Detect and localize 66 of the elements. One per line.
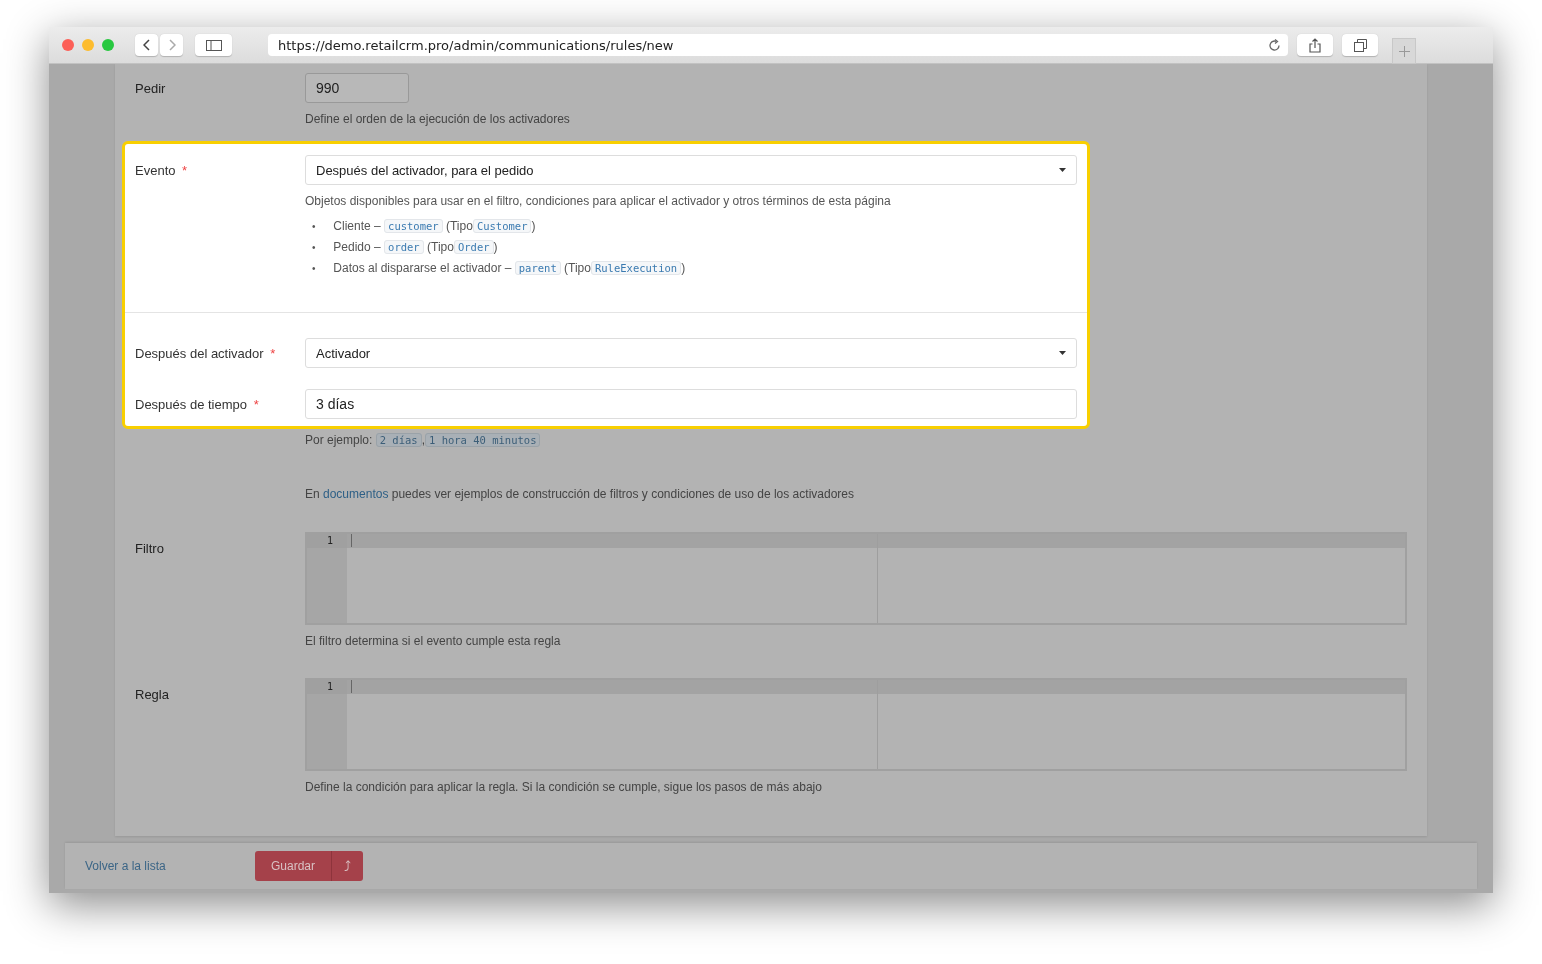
reload-icon[interactable] bbox=[1268, 38, 1281, 52]
sidebar-icon bbox=[205, 39, 222, 51]
required-asterisk: * bbox=[253, 397, 259, 412]
text-field[interactable]: 990 bbox=[305, 73, 409, 103]
example-label: Por ejemplo: bbox=[305, 433, 373, 447]
field-label: Después del activador bbox=[135, 346, 264, 361]
line-number: 1 bbox=[307, 534, 347, 548]
close-icon[interactable] bbox=[62, 39, 74, 51]
address-bar[interactable]: https://demo.retailcrm.pro/admin/communications/rules/new bbox=[268, 34, 1288, 56]
save-menu-button[interactable]: ⤴ bbox=[331, 851, 364, 881]
variable-code: order bbox=[384, 240, 424, 254]
help-text: Define la condición para aplicar la regla. Si la condición se cumple, sigue los pasos de más abajo bbox=[305, 780, 823, 794]
bullet: • bbox=[312, 220, 317, 234]
forward-icon bbox=[167, 39, 176, 51]
type-code: Customer bbox=[472, 219, 532, 233]
comma: , bbox=[421, 433, 425, 447]
select-field[interactable]: Activador bbox=[305, 338, 1077, 368]
bullet: • bbox=[312, 262, 317, 276]
caret-icon bbox=[1059, 351, 1066, 355]
code-editor[interactable]: 1 bbox=[305, 532, 1407, 625]
select-field[interactable]: Después del activador, para el pedido bbox=[305, 155, 1077, 185]
share-button[interactable] bbox=[1297, 34, 1333, 56]
field-label: Evento bbox=[135, 163, 176, 178]
bullet: • bbox=[312, 241, 317, 255]
field-label: Regla bbox=[135, 687, 169, 702]
url-text: https://demo.retailcrm.pro/admin/communications/rules/new bbox=[278, 37, 674, 53]
required-asterisk: * bbox=[270, 346, 276, 361]
closing-paren: ) bbox=[493, 240, 498, 254]
new-tab-button[interactable] bbox=[1392, 38, 1416, 64]
docs-link[interactable]: documentos bbox=[323, 487, 389, 501]
help-text: Objetos disponibles para usar en el filtro, condiciones para aplicar el activador y otros términos de esta página bbox=[305, 194, 892, 208]
caret-icon bbox=[1059, 168, 1066, 172]
type-code: Order bbox=[453, 240, 494, 254]
code-editor[interactable]: 1 bbox=[305, 678, 1407, 771]
type-label: (Tipo bbox=[564, 261, 591, 275]
share-icon bbox=[1309, 37, 1321, 53]
forward-button[interactable] bbox=[160, 34, 183, 56]
docs-note: En documentos puedes ver ejemplos de construcción de filtros y condiciones de uso de los activadores bbox=[304, 487, 855, 501]
zoom-icon[interactable] bbox=[102, 39, 114, 51]
help-text: Define el orden de la ejecución de los activadores bbox=[305, 112, 571, 126]
plus-icon bbox=[1398, 45, 1410, 57]
field-label: Después de tiempo bbox=[135, 397, 247, 412]
object-name: Cliente – bbox=[333, 219, 381, 233]
example-code: 2 días bbox=[375, 433, 422, 447]
tabs-button[interactable] bbox=[1342, 34, 1378, 56]
example-code: 1 hora 40 minutos bbox=[425, 433, 541, 447]
back-button[interactable] bbox=[135, 34, 158, 56]
required-asterisk: * bbox=[182, 163, 188, 178]
type-label: (Tipo bbox=[427, 240, 454, 254]
tabs-icon bbox=[1353, 38, 1367, 52]
type-code: RuleExecution bbox=[590, 261, 682, 275]
field-label: Pedir bbox=[135, 81, 166, 96]
variable-code: parent bbox=[514, 261, 561, 275]
closing-paren: ) bbox=[681, 261, 686, 275]
field-label: Filtro bbox=[135, 541, 164, 556]
help-text: El filtro determina si el evento cumple esta regla bbox=[305, 634, 562, 648]
object-name: Datos al dispararse el activador – bbox=[333, 261, 512, 275]
type-label: (Tipo bbox=[446, 219, 473, 233]
closing-paren: ) bbox=[531, 219, 536, 233]
object-name: Pedido – bbox=[333, 240, 381, 254]
sidebar-button[interactable] bbox=[195, 34, 232, 56]
text-field[interactable]: 3 días bbox=[305, 389, 1077, 419]
variable-code: customer bbox=[384, 219, 443, 233]
save-button[interactable]: Guardar bbox=[255, 851, 332, 881]
back-icon bbox=[142, 39, 151, 51]
line-number: 1 bbox=[307, 680, 347, 694]
